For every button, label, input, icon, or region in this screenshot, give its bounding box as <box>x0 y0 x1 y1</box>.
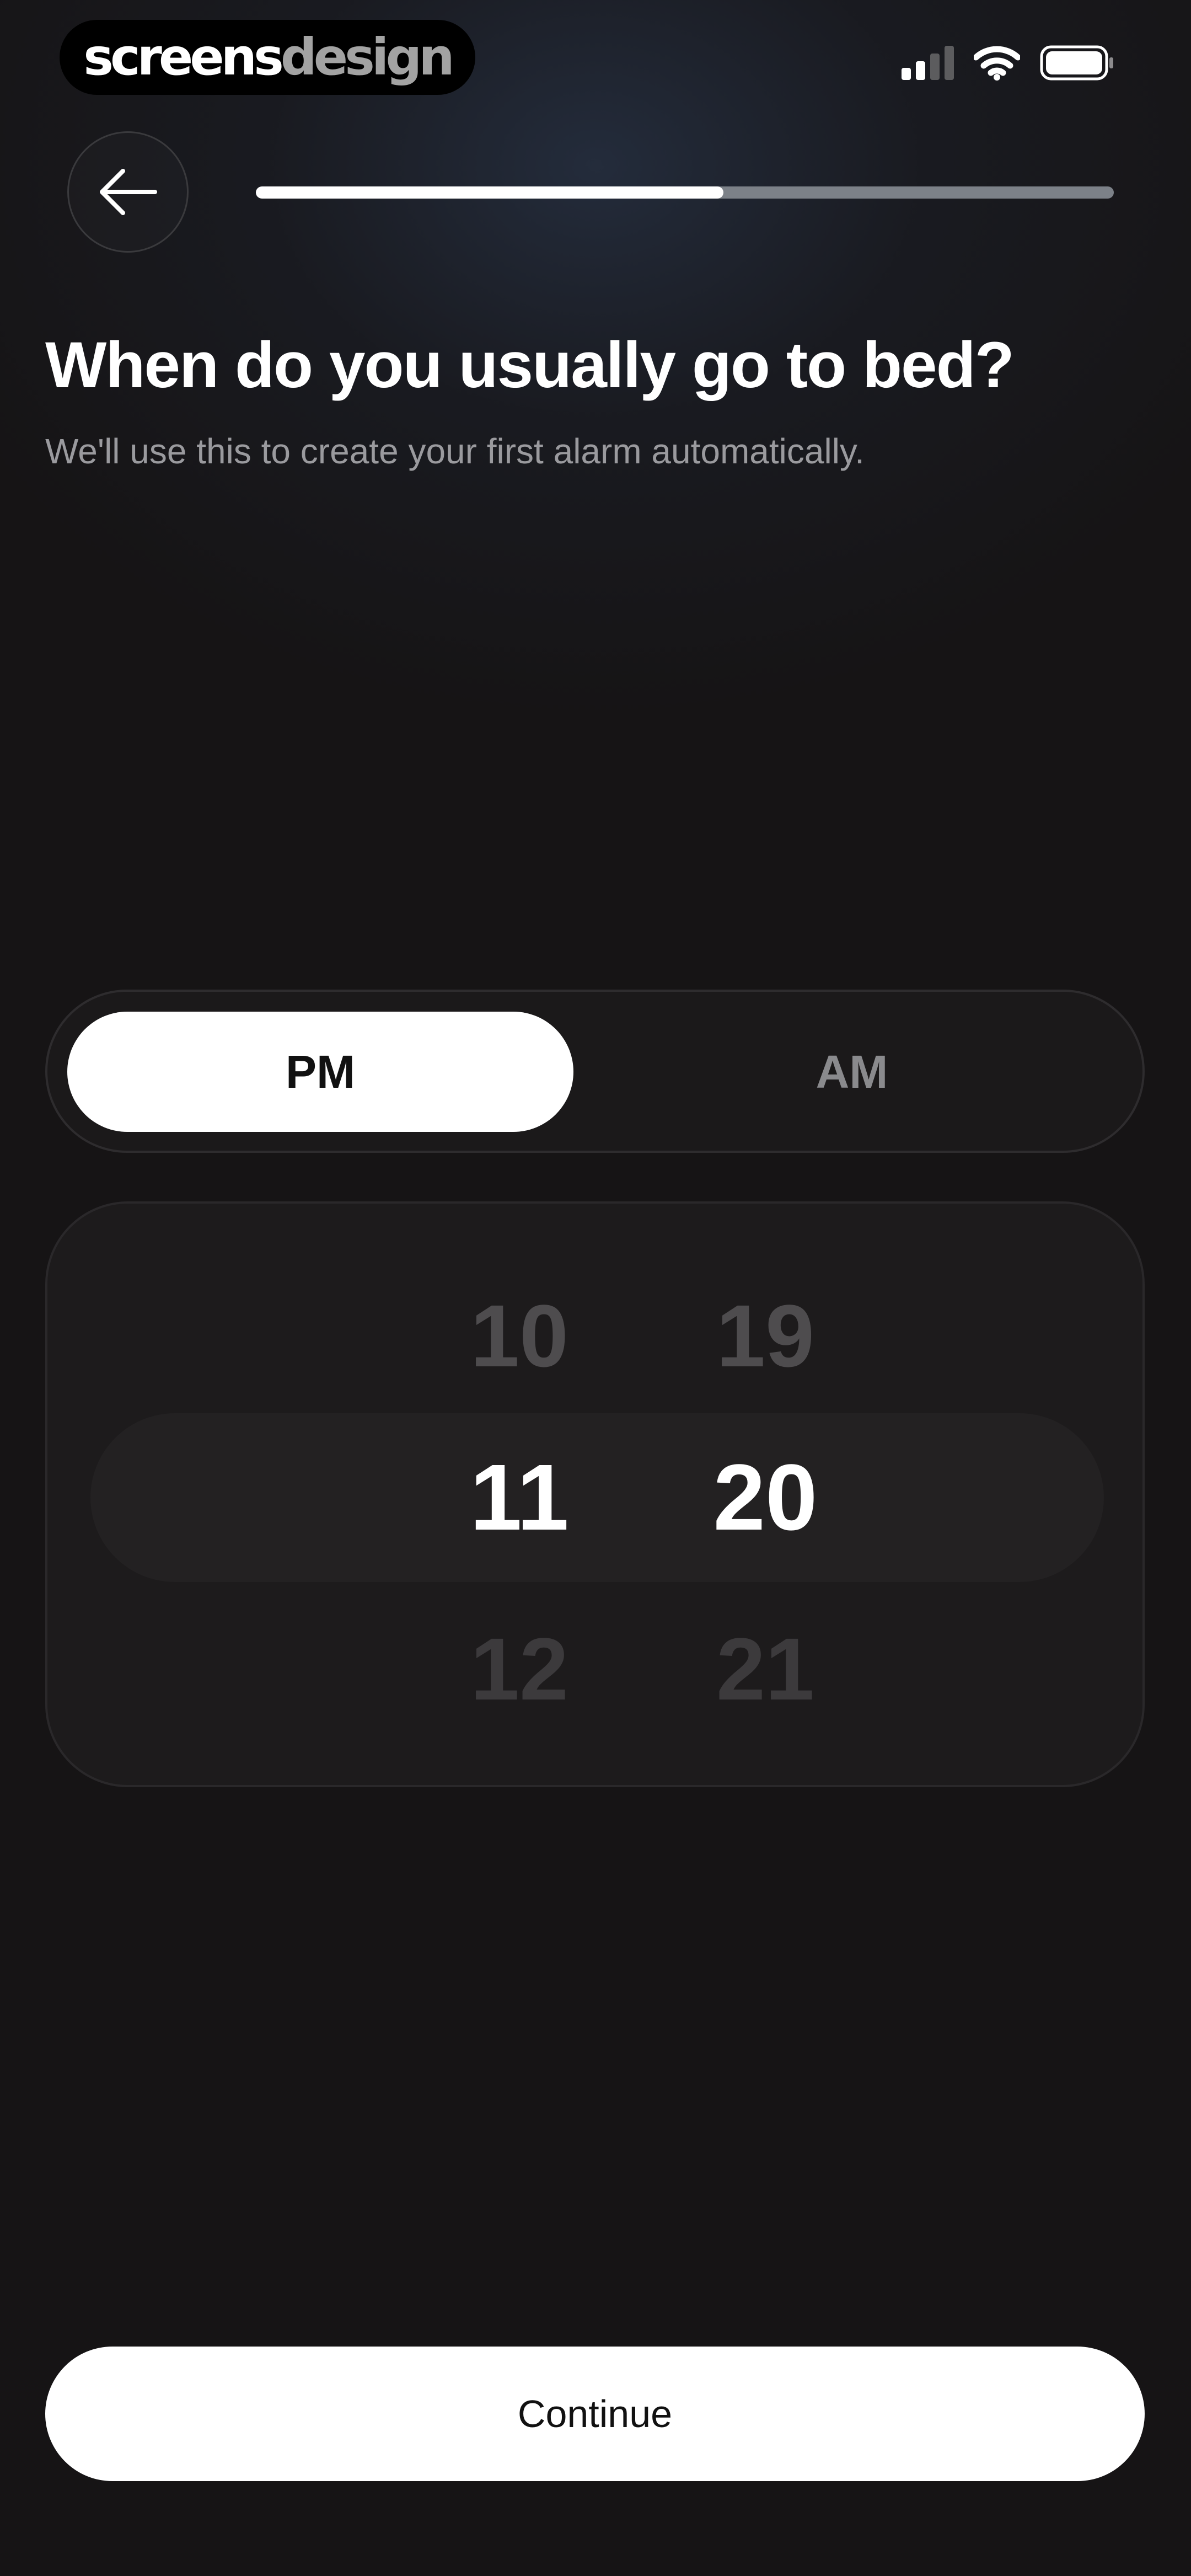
page-subtitle: We'll use this to create your first alar… <box>45 431 865 471</box>
arrow-left-icon <box>100 169 157 215</box>
continue-button[interactable]: Continue <box>45 2347 1145 2481</box>
hour-option-next[interactable]: 12 <box>437 1625 602 1713</box>
status-icons <box>902 45 1115 81</box>
minute-option-selected[interactable]: 20 <box>683 1451 848 1544</box>
onboarding-progress-bar <box>256 186 1114 199</box>
am-pm-toggle: PM AM <box>45 990 1145 1153</box>
brand-logo: screensdesign <box>60 20 475 95</box>
hour-option-selected[interactable]: 11 <box>437 1451 602 1544</box>
minute-option-prev[interactable]: 19 <box>683 1292 848 1380</box>
battery-icon <box>1040 45 1113 81</box>
time-picker[interactable]: 10 11 12 19 20 21 <box>45 1201 1145 1787</box>
back-button[interactable] <box>67 131 189 253</box>
page-title: When do you usually go to bed? <box>45 329 1015 402</box>
minute-wheel[interactable]: 19 20 21 <box>683 1204 848 1785</box>
brand-wordmark-part1: screens <box>83 28 284 87</box>
brand-wordmark-part2: design <box>280 28 455 87</box>
status-bar: screensdesign <box>0 0 1191 132</box>
minute-option-next[interactable]: 21 <box>683 1625 848 1713</box>
cellular-signal-icon <box>902 46 954 80</box>
pm-option[interactable]: PM <box>67 1012 573 1132</box>
background-glow <box>0 0 1191 1048</box>
hour-option-prev[interactable]: 10 <box>437 1292 602 1380</box>
hour-wheel[interactable]: 10 11 12 <box>437 1204 602 1785</box>
progress-fill <box>256 186 724 199</box>
am-option[interactable]: AM <box>599 1012 1105 1132</box>
brand-wordmark: screensdesign <box>83 32 455 83</box>
wifi-icon <box>974 46 1020 81</box>
